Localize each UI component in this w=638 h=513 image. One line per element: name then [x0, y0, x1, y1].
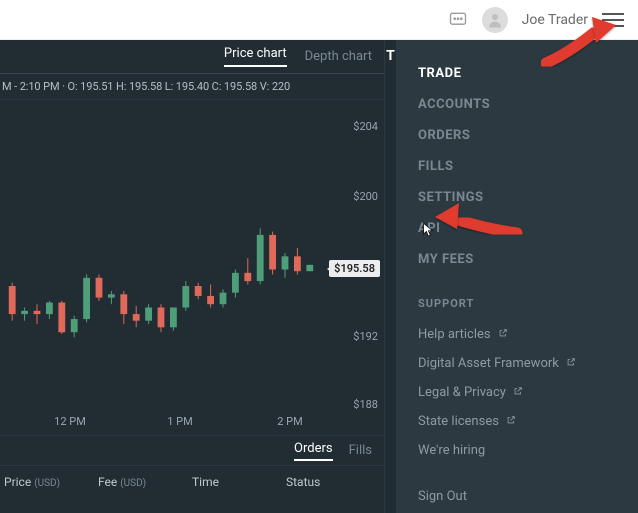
- x-axis: 12 PM 1 PM 2 PM: [0, 415, 384, 431]
- nav-item-fills[interactable]: FILLS: [418, 151, 616, 182]
- top-bar: Joe Trader: [0, 0, 638, 40]
- col-fee: Fee (USD): [98, 475, 192, 489]
- nav-item-trade[interactable]: TRADE: [418, 58, 616, 89]
- avatar[interactable]: [482, 7, 508, 33]
- tab-depth-chart[interactable]: Depth chart: [305, 49, 372, 64]
- y-axis-label: $188: [353, 398, 378, 411]
- nav-item-settings[interactable]: SETTINGS: [418, 182, 616, 213]
- chart-area[interactable]: $204 $200 $196 $192 $188 $195.58 12 PM 1…: [0, 100, 384, 436]
- tab-fills[interactable]: Fills: [349, 443, 372, 458]
- tab-orders[interactable]: Orders: [294, 441, 333, 461]
- external-link-icon: [498, 327, 508, 342]
- trade-panel-collapsed[interactable]: T: [384, 40, 396, 513]
- cursor-icon: [421, 222, 437, 238]
- nav-item-api[interactable]: API: [418, 213, 616, 244]
- support-link[interactable]: Legal & Privacy: [418, 378, 616, 407]
- candlestick-chart: [0, 100, 340, 410]
- chart-pane: Price chart Depth chart M - 2:10 PM · O:…: [0, 40, 384, 513]
- nav-item-orders[interactable]: ORDERS: [418, 120, 616, 151]
- col-status: Status: [286, 475, 380, 489]
- chat-icon[interactable]: [448, 10, 468, 30]
- x-tick: 12 PM: [54, 415, 86, 428]
- y-axis-label: $204: [353, 120, 378, 133]
- orders-fills-tabs: Orders Fills: [0, 436, 384, 466]
- sign-out[interactable]: Sign Out: [418, 489, 616, 504]
- support-heading: SUPPORT: [418, 297, 616, 310]
- nav-drawer: TRADEACCOUNTSORDERSFILLSSETTINGSAPIMY FE…: [396, 40, 638, 513]
- username: Joe Trader: [522, 12, 588, 28]
- orders-table-header: Price (USD) Fee (USD) Time Status: [0, 466, 384, 498]
- col-time: Time: [192, 475, 286, 489]
- external-link-icon: [566, 356, 576, 371]
- support-link[interactable]: We're hiring: [418, 436, 616, 465]
- col-price: Price (USD): [4, 475, 98, 489]
- support-link[interactable]: Digital Asset Framework: [418, 349, 616, 378]
- last-price-tag: $195.58: [329, 260, 380, 277]
- support-link[interactable]: State licenses: [418, 407, 616, 436]
- ohlc-readout: M - 2:10 PM · O: 195.51 H: 195.58 L: 195…: [0, 74, 384, 100]
- x-tick: 2 PM: [277, 415, 302, 428]
- external-link-icon: [506, 414, 516, 429]
- app-body: Price chart Depth chart M - 2:10 PM · O:…: [0, 40, 638, 513]
- x-tick: 1 PM: [167, 415, 192, 428]
- y-axis-label: $200: [353, 190, 378, 203]
- tab-price-chart[interactable]: Price chart: [224, 46, 287, 67]
- chart-tabs: Price chart Depth chart: [0, 40, 384, 74]
- y-axis-label: $192: [353, 330, 378, 343]
- hamburger-menu-icon[interactable]: [602, 13, 624, 27]
- nav-item-my-fees[interactable]: MY FEES: [418, 244, 616, 275]
- external-link-icon: [513, 385, 523, 400]
- nav-item-accounts[interactable]: ACCOUNTS: [418, 89, 616, 120]
- support-link[interactable]: Help articles: [418, 320, 616, 349]
